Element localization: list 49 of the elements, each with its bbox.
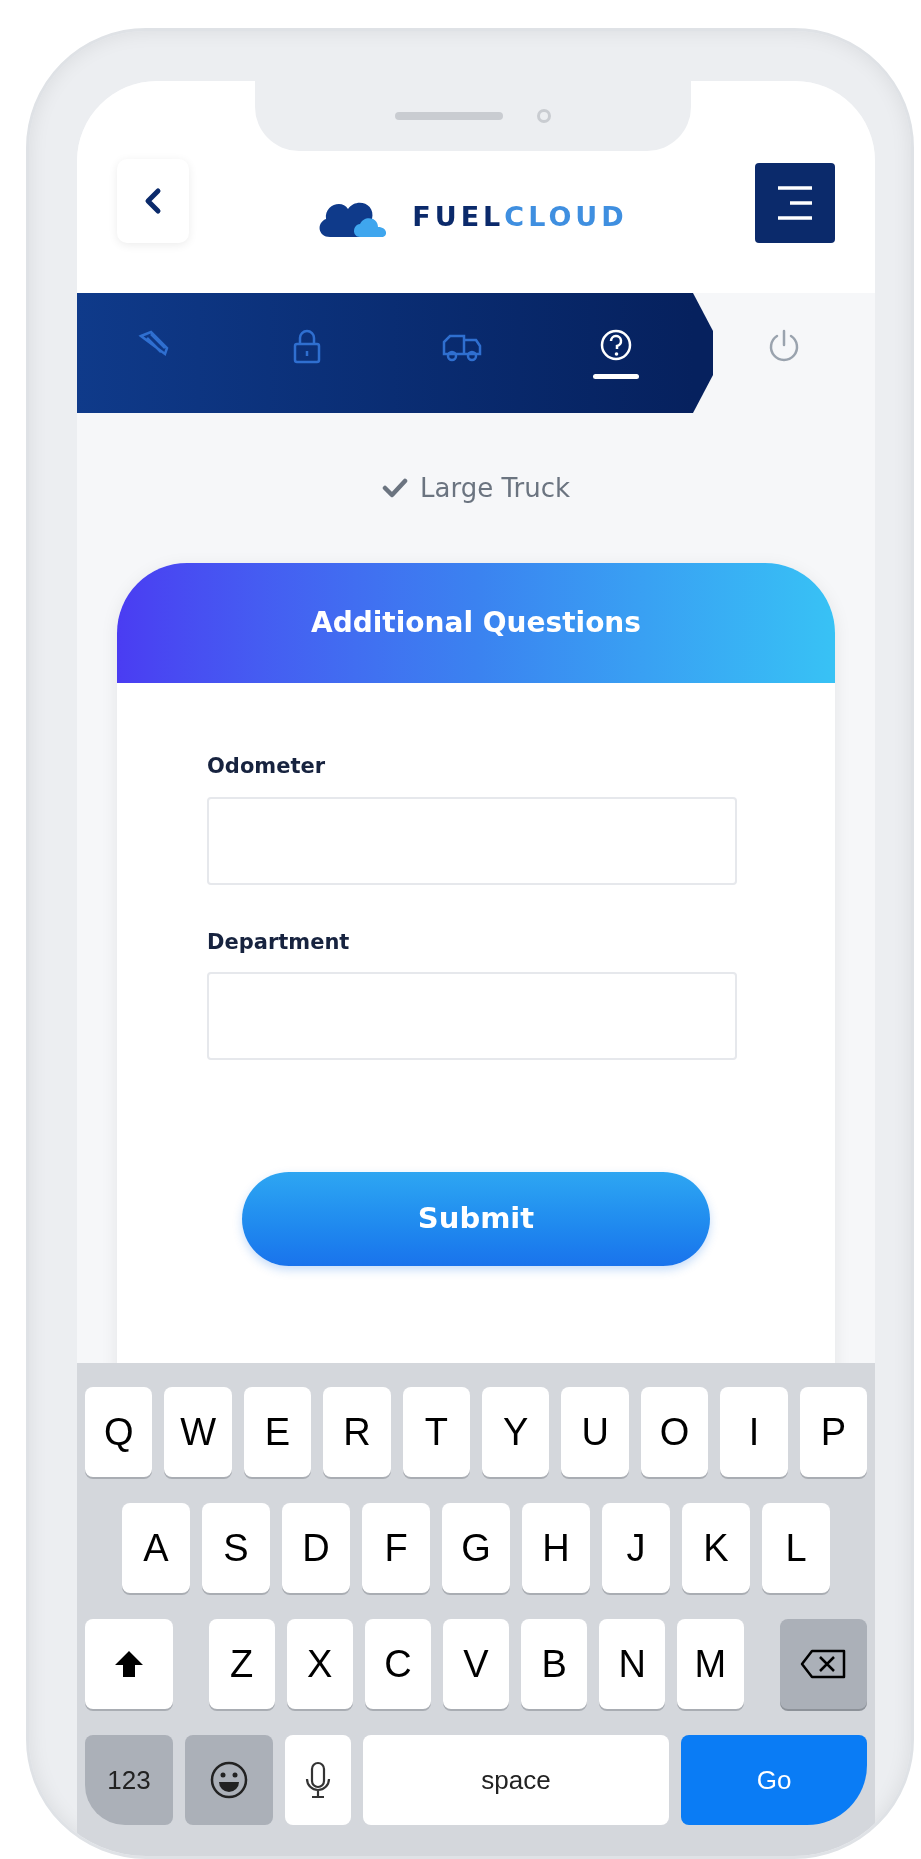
go-key[interactable]: Go (681, 1735, 867, 1825)
power-icon (767, 327, 801, 364)
camera-lens (537, 109, 551, 123)
keyboard-key[interactable]: U (561, 1387, 629, 1477)
logo-text: FUELCLOUD (412, 199, 628, 234)
keyboard-key[interactable]: S (202, 1503, 270, 1593)
keyboard-key[interactable]: D (282, 1503, 350, 1593)
input-field[interactable] (207, 972, 737, 1060)
keyboard-key[interactable]: Q (84, 1387, 153, 1477)
field-label: Odometer (207, 753, 327, 780)
microphone-icon (305, 1761, 331, 1799)
keyboard-key[interactable]: L (762, 1503, 830, 1593)
card-title: Additional Questions (311, 605, 641, 641)
keyboard-key[interactable]: K (682, 1503, 750, 1593)
shift-arrow-icon (114, 1651, 143, 1677)
space-key[interactable]: space (363, 1735, 669, 1825)
backspace-key[interactable] (779, 1619, 868, 1709)
keyboard-key[interactable]: G (442, 1503, 510, 1593)
keyboard-key[interactable]: Z (208, 1619, 275, 1709)
menu-button[interactable] (755, 163, 835, 243)
vehicle-label: Large Truck (420, 471, 570, 505)
keyboard-key[interactable]: F (362, 1503, 430, 1593)
keyboard-key[interactable]: B (521, 1619, 588, 1709)
backspace-icon (800, 1649, 847, 1679)
keyboard-key[interactable]: P (799, 1387, 868, 1477)
keyboard-key[interactable]: V (442, 1619, 510, 1709)
keyboard-key[interactable]: J (602, 1503, 670, 1593)
selected-underline (593, 373, 639, 379)
keyboard-key[interactable]: C (364, 1619, 431, 1709)
shift-key[interactable] (85, 1619, 173, 1709)
keyboard-key[interactable]: Y (482, 1387, 550, 1477)
keyboard-key[interactable]: I (720, 1387, 788, 1477)
keyboard-key[interactable]: W (164, 1387, 232, 1477)
keyboard-key[interactable]: R (323, 1387, 391, 1477)
numbers-key[interactable]: 123 (85, 1735, 173, 1825)
keyboard-key[interactable]: N (599, 1619, 666, 1709)
keyboard-key[interactable]: O (640, 1387, 709, 1477)
emoji-key[interactable] (185, 1735, 273, 1825)
keyboard-key[interactable]: T (402, 1387, 470, 1477)
keyboard-key[interactable]: H (522, 1503, 590, 1593)
keyboard-key[interactable]: A (122, 1503, 190, 1593)
back-button[interactable] (117, 159, 189, 243)
smiley-icon (209, 1760, 249, 1800)
keyboard-key[interactable]: X (286, 1619, 353, 1709)
input-field[interactable] (207, 796, 737, 885)
keyboard-key[interactable]: M (677, 1619, 744, 1709)
microphone-key[interactable] (285, 1735, 351, 1825)
field-label: Department (207, 928, 351, 956)
keyboard-key[interactable]: E (243, 1387, 312, 1477)
